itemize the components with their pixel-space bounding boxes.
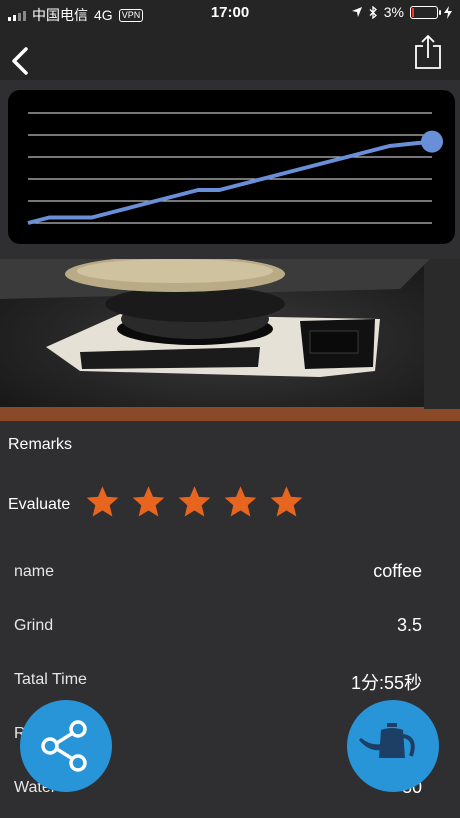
chevron-left-icon[interactable] <box>8 46 32 76</box>
remarks-label: Remarks <box>8 436 73 453</box>
detail-row-grind: Grind 3.5 <box>14 615 422 637</box>
share-nodes-icon <box>41 720 87 772</box>
detail-value: 3.5 <box>396 615 422 635</box>
detail-label: Grind <box>14 617 54 634</box>
brew-chart <box>8 90 455 244</box>
detail-value: 1分:55秒 <box>350 673 422 693</box>
star-icon[interactable] <box>178 486 211 519</box>
status-bar: 中国电信 4G VPN 17:00 3% <box>0 0 460 26</box>
battery-percent: 3% <box>383 4 404 20</box>
bluetooth-icon <box>369 5 377 19</box>
detail-row-name: name coffee <box>14 561 422 583</box>
coffee-scale-image <box>0 259 460 421</box>
rating-stars[interactable] <box>86 486 303 519</box>
star-icon[interactable] <box>132 486 165 519</box>
nav-bar <box>0 26 460 80</box>
chart-end-point <box>421 130 443 153</box>
brew-chart-svg <box>27 112 443 225</box>
brew-fab-button[interactable] <box>347 700 439 792</box>
evaluate-label: Evaluate <box>8 496 71 513</box>
detail-row-total-time: Tatal Time 1分:55秒 <box>14 671 422 693</box>
detail-label: name <box>14 563 55 580</box>
kettle-icon <box>359 723 415 758</box>
chart-series-line <box>27 139 433 225</box>
share-icon[interactable] <box>414 34 442 70</box>
battery-fill <box>412 7 414 17</box>
star-icon[interactable] <box>224 486 257 519</box>
star-icon[interactable] <box>86 486 119 519</box>
share-fab-button[interactable] <box>20 700 112 792</box>
location-icon <box>351 7 362 17</box>
charging-icon <box>444 5 452 19</box>
status-right: 3% <box>351 4 452 20</box>
detail-label: Tatal Time <box>14 671 87 688</box>
star-icon[interactable] <box>270 486 303 519</box>
battery-icon <box>410 5 441 19</box>
coffee-photo <box>0 259 460 421</box>
detail-value: coffee <box>373 561 422 581</box>
